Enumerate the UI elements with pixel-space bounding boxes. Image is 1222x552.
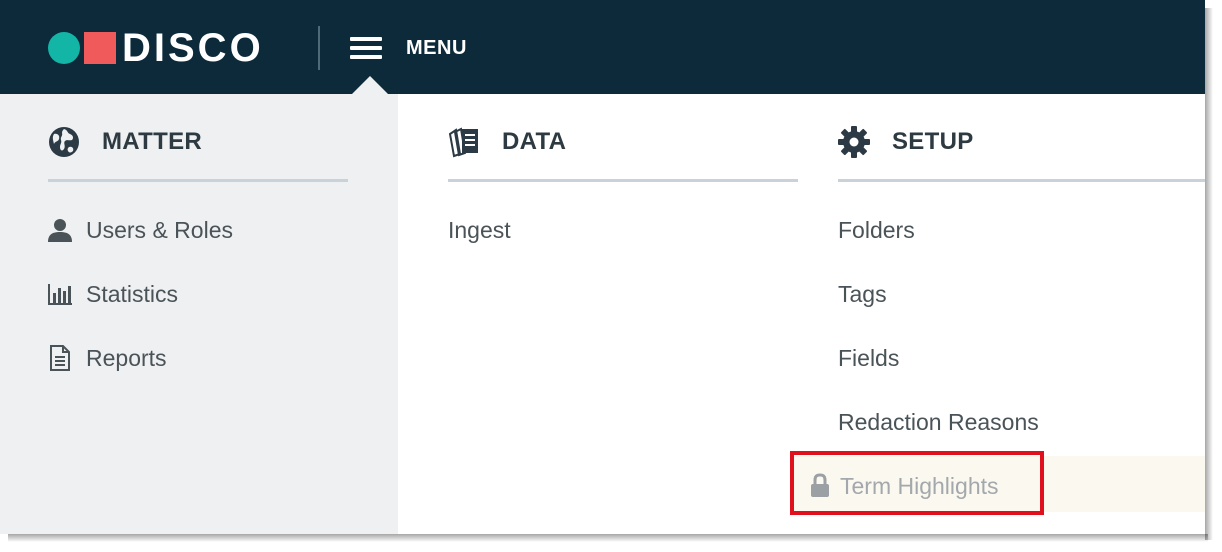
logo-square-icon (84, 32, 116, 64)
setup-rule (838, 179, 1205, 182)
menu-label: MENU (406, 36, 467, 59)
user-icon (46, 216, 74, 244)
data-rule (448, 179, 798, 182)
menu-item-tags[interactable]: Tags (838, 278, 887, 310)
setup-title: SETUP (892, 128, 974, 155)
document-icon (46, 344, 74, 372)
data-heading: DATA (446, 122, 566, 162)
menu-item-ingest[interactable]: Ingest (448, 214, 511, 246)
menu-item-users-roles[interactable]: Users & Roles (46, 214, 233, 246)
disco-logo[interactable]: DISCO (48, 26, 264, 70)
folders-label: Folders (838, 216, 915, 243)
redaction-reasons-label: Redaction Reasons (838, 408, 1039, 435)
menu-item-reports[interactable]: Reports (46, 342, 167, 374)
screenshot-frame: DISCO MENU MATTER Users & Roles Statisti… (0, 0, 1205, 534)
setup-heading: SETUP (836, 122, 974, 162)
frame-shadow-bottom (8, 534, 1208, 542)
globe-icon (46, 124, 82, 160)
menu-item-folders[interactable]: Folders (838, 214, 915, 246)
gear-icon (836, 124, 872, 160)
dropdown-caret (352, 76, 388, 94)
menu-item-fields[interactable]: Fields (838, 342, 899, 374)
frame-shadow-right (1205, 8, 1213, 540)
matter-heading: MATTER (46, 122, 202, 162)
hamburger-icon (350, 37, 382, 59)
fields-label: Fields (838, 344, 900, 371)
logo-text: DISCO (122, 26, 264, 70)
users-roles-label: Users & Roles (86, 216, 233, 243)
header-divider (318, 26, 320, 70)
menu-item-statistics[interactable]: Statistics (46, 278, 178, 310)
matter-rule (48, 179, 348, 182)
documents-icon (446, 124, 482, 160)
reports-label: Reports (86, 344, 167, 371)
tags-label: Tags (838, 280, 887, 307)
menu-item-redaction-reasons[interactable]: Redaction Reasons (838, 406, 1039, 438)
matter-title: MATTER (102, 128, 203, 155)
statistics-label: Statistics (86, 280, 179, 307)
menu-button[interactable]: MENU (350, 30, 467, 66)
bar-chart-icon (46, 280, 74, 308)
annotation-highlight-box (790, 451, 1044, 515)
top-nav-bar: DISCO MENU (0, 0, 1205, 94)
ingest-label: Ingest (448, 216, 511, 243)
data-title: DATA (502, 128, 567, 155)
logo-dot-icon (48, 32, 80, 64)
